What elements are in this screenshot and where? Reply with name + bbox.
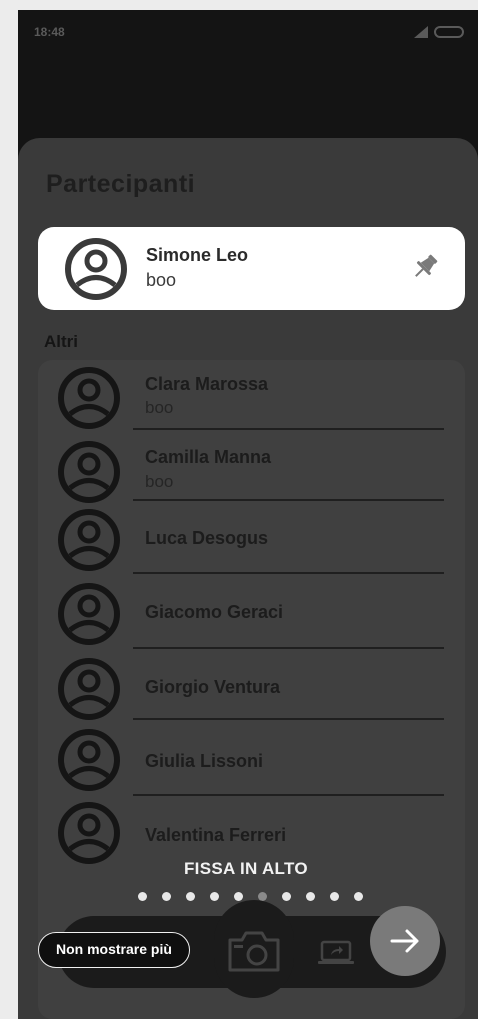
participant-name: Simone Leo	[146, 245, 249, 265]
participant-status: boo	[145, 472, 174, 491]
participants-sheet: Partecipanti Simone Leo boo Altri Clara …	[18, 138, 478, 1019]
participant-name: Giorgio Ventura	[145, 677, 281, 697]
user-circle-icon	[58, 367, 120, 429]
page-dot	[210, 892, 219, 901]
participant-name: Clara Marossa	[145, 374, 269, 394]
user-circle-icon	[58, 729, 120, 791]
page-dot	[282, 892, 291, 901]
tutorial-step-label: FISSA IN ALTO	[184, 859, 308, 878]
user-circle-icon	[58, 583, 120, 645]
user-circle-icon	[65, 238, 127, 300]
page-dot	[330, 892, 339, 901]
sheet-title: Partecipanti	[46, 170, 196, 198]
participant-status: boo	[145, 398, 174, 417]
row-divider	[133, 718, 444, 720]
signal-icon	[414, 26, 428, 38]
list-item[interactable]: Clara Marossa boo	[38, 362, 465, 436]
participant-name: Giacomo Geraci	[145, 602, 284, 622]
user-circle-icon	[58, 658, 120, 720]
participant-name: Valentina Ferreri	[145, 825, 287, 845]
page-dot	[138, 892, 147, 901]
participant-status: boo	[146, 270, 177, 290]
page-dot	[306, 892, 315, 901]
screen-share-icon[interactable]	[318, 940, 354, 966]
list-item[interactable]: Giacomo Geraci	[38, 578, 465, 652]
status-time: 18:48	[34, 25, 65, 39]
dont-show-again-button[interactable]: Non mostrare più	[38, 932, 190, 968]
list-item[interactable]: Giorgio Ventura	[38, 653, 465, 727]
next-button[interactable]	[370, 906, 440, 976]
camera-icon	[228, 931, 280, 972]
participant-name: Camilla Manna	[145, 447, 272, 467]
row-divider	[133, 499, 444, 501]
participant-name: Giulia Lissoni	[145, 751, 264, 771]
phone-screen: 18:48 Partecipanti Simone Leo boo Altri …	[18, 10, 478, 1019]
row-divider	[133, 647, 444, 649]
status-bar: 18:48	[18, 10, 478, 50]
page-dot	[162, 892, 171, 901]
row-divider	[133, 794, 444, 796]
page-dot	[234, 892, 243, 901]
list-item[interactable]: Luca Desogus	[38, 504, 465, 578]
pin-icon[interactable]	[410, 252, 440, 282]
list-item[interactable]: Camilla Manna boo	[38, 436, 465, 510]
user-circle-icon	[58, 441, 120, 503]
pinned-participant-card[interactable]: Simone Leo boo	[38, 227, 465, 310]
participant-name: Luca Desogus	[145, 528, 269, 548]
arrow-right-icon	[390, 929, 419, 953]
others-section-label: Altri	[44, 332, 78, 351]
row-divider	[133, 428, 444, 430]
user-circle-icon	[58, 802, 120, 864]
user-circle-icon	[58, 509, 120, 571]
row-divider	[133, 572, 444, 574]
battery-icon	[434, 26, 464, 38]
page-dot	[186, 892, 195, 901]
list-item[interactable]: Giulia Lissoni	[38, 724, 465, 798]
page-dot	[354, 892, 363, 901]
